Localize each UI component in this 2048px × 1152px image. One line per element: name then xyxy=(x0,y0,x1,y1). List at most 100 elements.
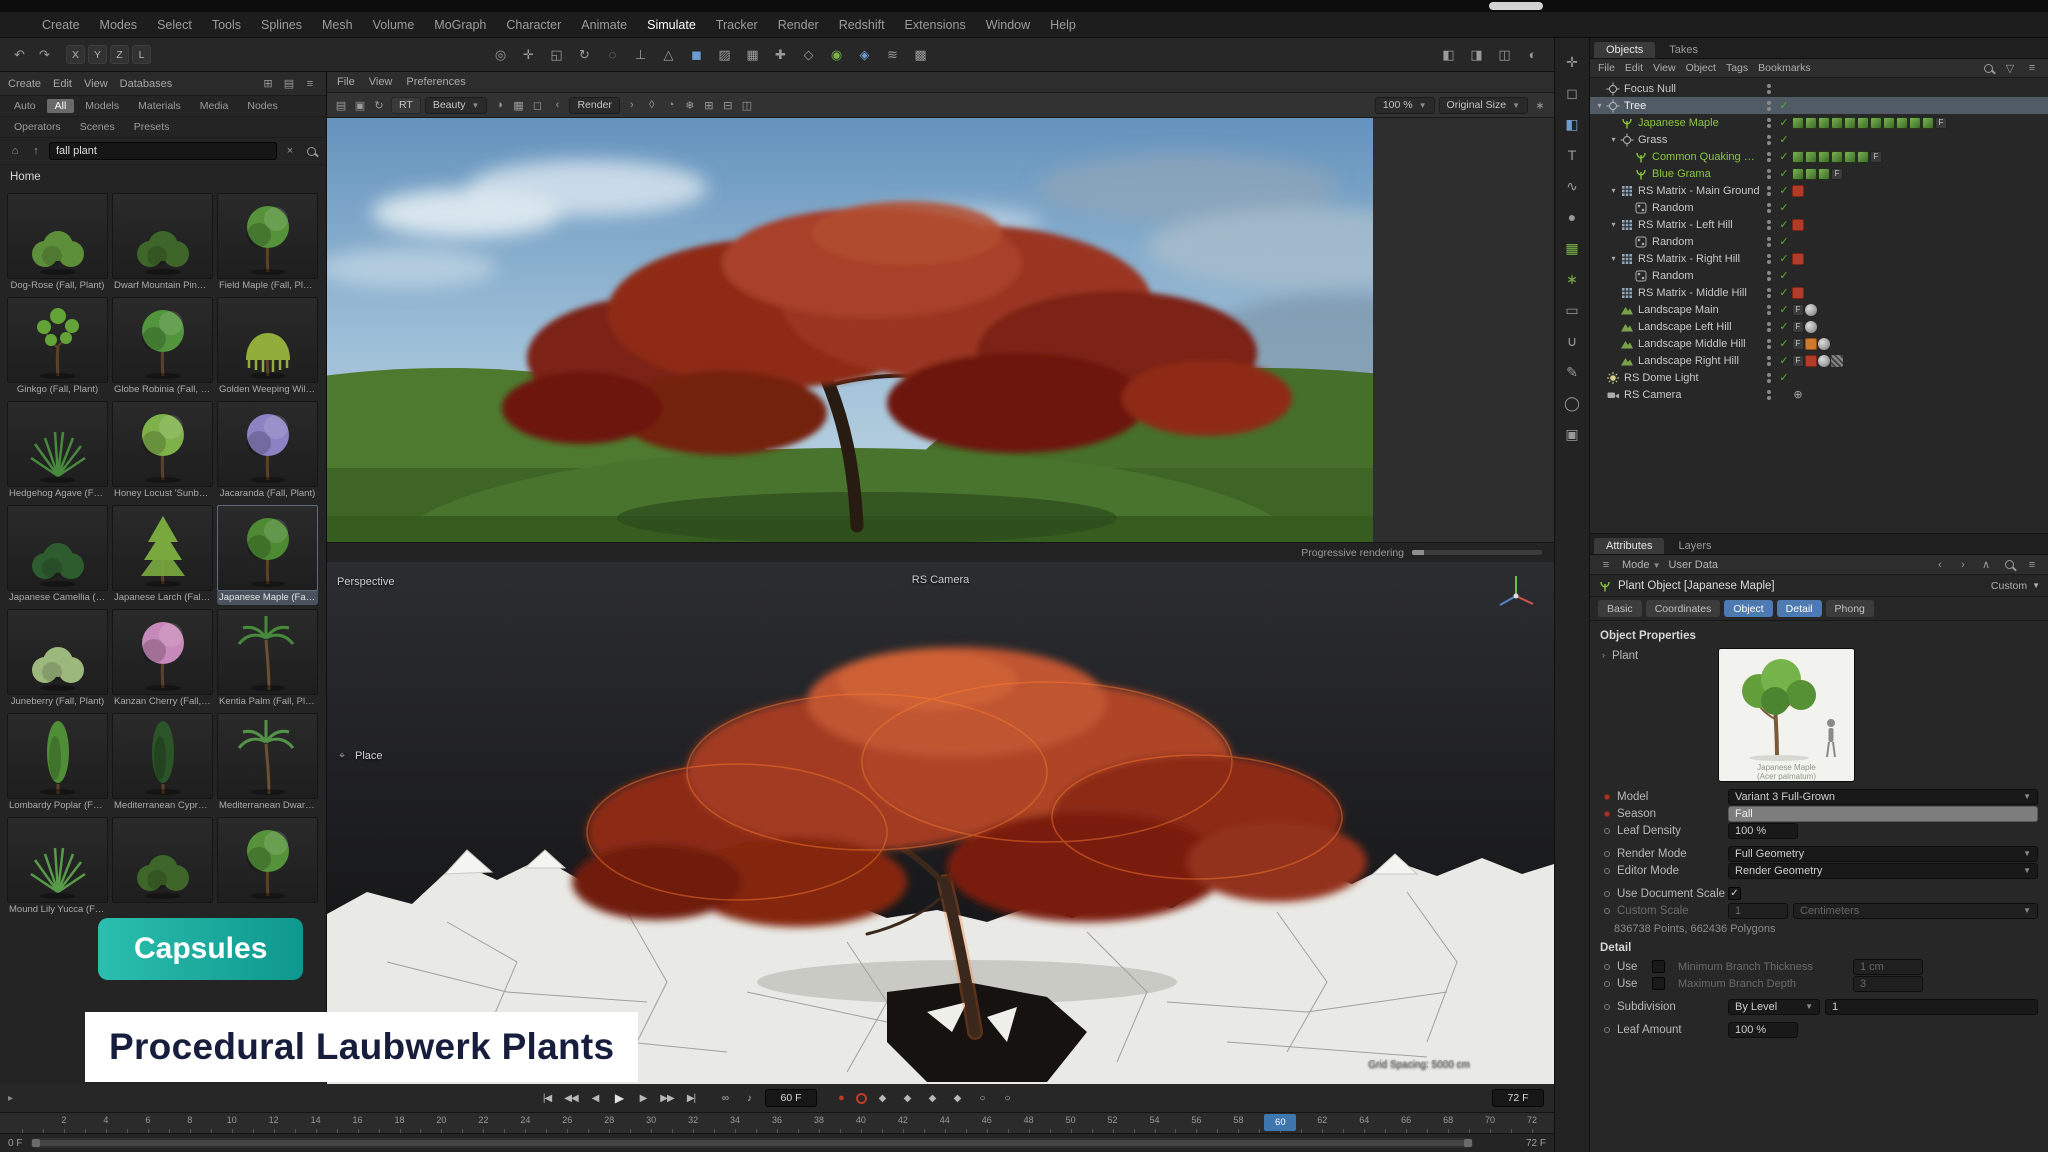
asset-japanese-larch-fall[interactable]: Japanese Larch (Fall, ... xyxy=(112,505,213,605)
move-icon[interactable]: ✛ xyxy=(517,43,540,66)
tree-row-blue-grama[interactable]: Blue Grama✓F xyxy=(1590,165,2048,182)
asset-field-maple-fall-plant[interactable]: Field Maple (Fall, Plant) xyxy=(217,193,318,293)
torus-tool-icon[interactable]: ◯ xyxy=(1560,391,1584,415)
rv-menu-preferences[interactable]: Preferences xyxy=(406,76,465,88)
phong-tag[interactable] xyxy=(1805,321,1817,333)
timeline-options-icon[interactable]: ▸ xyxy=(8,1093,13,1104)
redshift-tag[interactable] xyxy=(1792,287,1804,299)
filter-tab-media[interactable]: Media xyxy=(192,99,237,113)
material-chip[interactable] xyxy=(1883,117,1895,129)
visibility-dots[interactable] xyxy=(1762,356,1776,366)
visibility-dots[interactable] xyxy=(1762,237,1776,247)
filter-tab-materials[interactable]: Materials xyxy=(130,99,189,113)
cube-tool-icon[interactable]: ◧ xyxy=(1560,112,1584,136)
redshift-tag[interactable] xyxy=(1792,219,1804,231)
attr-tab-phong[interactable]: Phong xyxy=(1826,600,1874,617)
tree-row-grass[interactable]: ▾Grass✓ xyxy=(1590,131,2048,148)
render-sphere-icon[interactable]: ◐ xyxy=(1521,43,1544,66)
season-field[interactable]: Fall xyxy=(1728,806,2038,822)
material-chip[interactable] xyxy=(1870,117,1882,129)
search-icon[interactable] xyxy=(303,143,319,159)
enabled-check[interactable]: ✓ xyxy=(1776,184,1792,197)
rt-button[interactable]: RT xyxy=(391,97,421,114)
tree-row-random[interactable]: Random✓ xyxy=(1590,199,2048,216)
playhead[interactable]: 60 xyxy=(1264,1114,1296,1131)
target-tag[interactable]: ⊕ xyxy=(1792,389,1804,401)
tree-row-tree[interactable]: ▾Tree✓ xyxy=(1590,97,2048,114)
aov-icon[interactable]: ⊟ xyxy=(720,97,736,113)
phong-tag[interactable] xyxy=(1818,355,1830,367)
asset-ginkgo-fall-plant[interactable]: Ginkgo (Fall, Plant) xyxy=(7,297,108,397)
enabled-check[interactable]: ✓ xyxy=(1776,320,1792,333)
use-checkbox[interactable] xyxy=(1652,960,1665,973)
enabled-check[interactable]: ✓ xyxy=(1776,269,1792,282)
asset-kanzan-cherry-fall-pl[interactable]: Kanzan Cherry (Fall, Pl... xyxy=(112,609,213,709)
next-render-icon[interactable]: › xyxy=(624,97,640,113)
dropdown-full-geometry[interactable]: Full Geometry▼ xyxy=(1728,846,2038,862)
mode-dropdown[interactable]: Mode ▼ xyxy=(1622,559,1661,571)
render-nav-dropdown[interactable]: Render xyxy=(569,97,619,114)
next-key-button[interactable]: ▶▶ xyxy=(657,1089,677,1108)
enabled-check[interactable]: ✓ xyxy=(1776,116,1792,129)
enabled-check[interactable]: ✓ xyxy=(1776,235,1792,248)
model-mode-icon[interactable]: ◼ xyxy=(685,43,708,66)
menu-animate[interactable]: Animate xyxy=(581,18,627,32)
phong-tag[interactable] xyxy=(1818,338,1830,350)
expander-icon[interactable]: ▾ xyxy=(1608,186,1619,195)
ab-menu-databases[interactable]: Databases xyxy=(120,78,173,90)
menu-character[interactable]: Character xyxy=(506,18,561,32)
next-frame-button[interactable]: ▶ xyxy=(633,1089,653,1108)
record-button[interactable]: ● xyxy=(831,1089,851,1108)
value-field[interactable]: 1 cm xyxy=(1853,959,1923,975)
asset-unnamed[interactable] xyxy=(217,817,318,917)
enabled-check[interactable]: ✓ xyxy=(1776,201,1792,214)
menu-simulate[interactable]: Simulate xyxy=(647,18,696,32)
material-chip[interactable] xyxy=(1896,117,1908,129)
tree-row-landscape-left-hill[interactable]: Landscape Left Hill✓F xyxy=(1590,318,2048,335)
spline-tool-icon[interactable]: ∿ xyxy=(1560,174,1584,198)
mograph-icon[interactable]: ◈ xyxy=(853,43,876,66)
asset-mediterranean-dwarf[interactable]: Mediterranean Dwarf ... xyxy=(217,713,318,813)
filter-tab-auto[interactable]: Auto xyxy=(6,99,44,113)
key-point-button[interactable]: ○ xyxy=(997,1089,1017,1108)
live-selection-icon[interactable]: ◎ xyxy=(489,43,512,66)
tab-objects[interactable]: Objects xyxy=(1594,42,1655,58)
tree-row-focus-null[interactable]: Focus Null xyxy=(1590,80,2048,97)
material-chip[interactable] xyxy=(1857,151,1869,163)
asset-japanese-maple-fall[interactable]: Japanese Maple (Fall, ... xyxy=(217,505,318,605)
asset-globe-robinia-fall-pl[interactable]: Globe Robinia (Fall, Pl... xyxy=(112,297,213,397)
ab-compare-icon[interactable]: ◑ xyxy=(491,97,507,113)
flag-tag[interactable]: F xyxy=(1792,304,1804,316)
brush-tool-icon[interactable]: ✎ xyxy=(1560,360,1584,384)
tree-row-japanese-maple[interactable]: Japanese Maple✓F xyxy=(1590,114,2048,131)
enabled-check[interactable]: ✓ xyxy=(1776,354,1792,367)
flag-tag[interactable]: F xyxy=(1935,117,1947,129)
axis-lock-x[interactable]: X xyxy=(66,45,85,64)
tree-row-landscape-right-hill[interactable]: Landscape Right Hill✓F xyxy=(1590,352,2048,369)
camera-tool-icon[interactable]: ▣ xyxy=(1560,422,1584,446)
visibility-dots[interactable] xyxy=(1762,254,1776,264)
visibility-dots[interactable] xyxy=(1762,390,1776,400)
visibility-dots[interactable] xyxy=(1762,322,1776,332)
material-chip[interactable] xyxy=(1805,151,1817,163)
rv-menu-view[interactable]: View xyxy=(369,76,393,88)
material-chip[interactable] xyxy=(1818,168,1830,180)
tree-row-rs-matrix-main-ground[interactable]: ▾RS Matrix - Main Ground✓ xyxy=(1590,182,2048,199)
enabled-check[interactable]: ✓ xyxy=(1776,252,1792,265)
menu-render[interactable]: Render xyxy=(778,18,819,32)
gear-tool-icon[interactable]: ∗ xyxy=(1560,267,1584,291)
material-chip[interactable] xyxy=(1818,117,1830,129)
key-parameter-button[interactable]: ○ xyxy=(972,1089,992,1108)
material-chip[interactable] xyxy=(1805,117,1817,129)
menu-select[interactable]: Select xyxy=(157,18,192,32)
material-chip[interactable] xyxy=(1818,151,1830,163)
up-icon[interactable]: ∧ xyxy=(1978,557,1994,573)
range-track[interactable] xyxy=(30,1138,1474,1148)
menu-icon[interactable]: ≡ xyxy=(2024,60,2040,76)
marquee-tool-icon[interactable]: ◻ xyxy=(1560,81,1584,105)
material-chip[interactable] xyxy=(1792,168,1804,180)
keyframe-button[interactable]: ◆ xyxy=(872,1089,892,1108)
material-chip[interactable] xyxy=(1831,151,1843,163)
sound-button[interactable]: ♪ xyxy=(739,1089,759,1108)
tree-row-landscape-middle-hill[interactable]: Landscape Middle Hill✓F xyxy=(1590,335,2048,352)
